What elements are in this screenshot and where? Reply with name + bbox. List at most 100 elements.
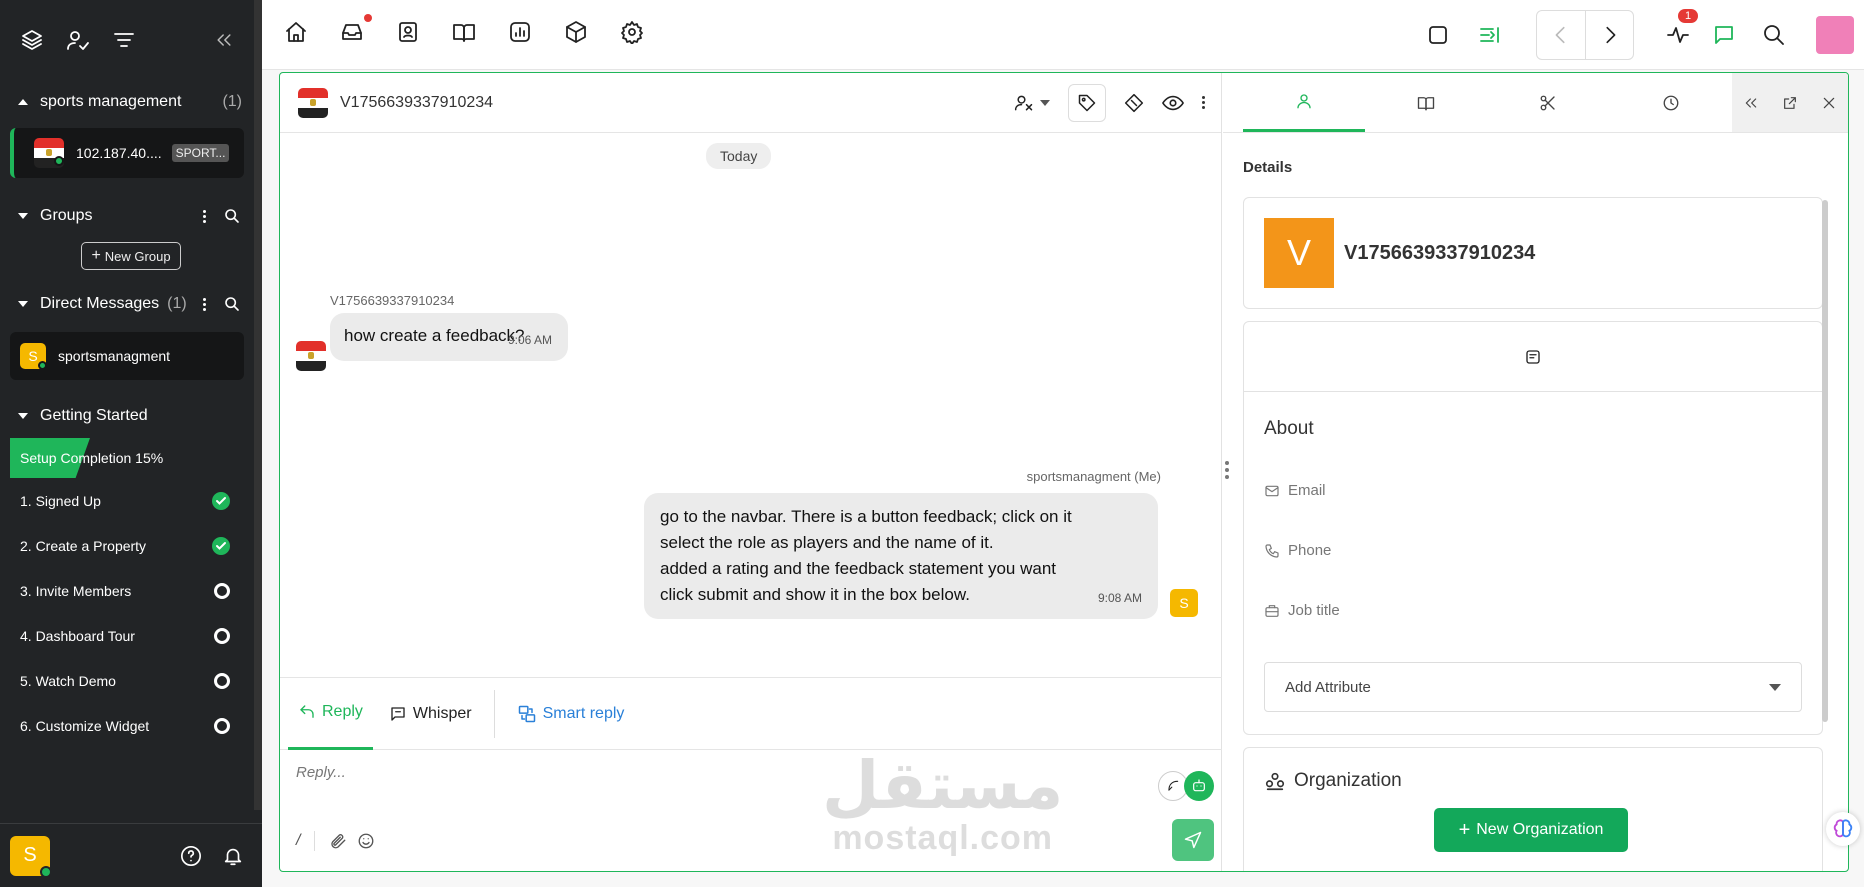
attachment-icon[interactable] [329,832,347,850]
message-time: 9:06 AM [507,333,552,347]
activity-icon[interactable]: 1 [1666,9,1699,47]
square-layout-icon[interactable] [1426,23,1450,47]
date-divider: Today [706,143,772,169]
dm-search-icon[interactable] [224,296,240,312]
tab-reply[interactable]: Reply [288,678,373,750]
divider [493,689,495,738]
setup-step[interactable]: 2. Create a Property [0,523,262,568]
user-avatar[interactable]: S [10,835,52,878]
chat-icon[interactable] [1712,23,1736,47]
search-icon[interactable] [1762,23,1786,47]
room-ip: 102.187.40.... [76,145,162,161]
ticket-icon[interactable] [1124,93,1144,113]
avatar: S [1170,589,1198,617]
sidebar-scrollbar[interactable] [254,0,262,810]
setup-step[interactable]: 6. Customize Widget [0,703,262,748]
contact-name: V1756639337910234 [1344,242,1536,264]
phone-field[interactable]: Phone [1264,542,1331,559]
external-link-icon[interactable] [1782,95,1798,111]
user-icon [1297,94,1311,109]
tab-contact[interactable] [1243,73,1366,132]
new-group-button[interactable]: + New Group [81,242,181,270]
tab-knowledge[interactable] [1365,73,1487,132]
knowledge-book-icon[interactable] [452,20,476,44]
section-groups[interactable]: Groups [0,194,262,238]
getting-started-title: Getting Started [40,407,148,424]
setup-step[interactable]: 5. Watch Demo [0,658,262,703]
groups-more-icon[interactable] [203,209,206,223]
help-icon[interactable] [180,845,202,867]
online-status-dot [54,156,64,166]
tab-history[interactable] [1610,73,1732,132]
inbox-icon[interactable] [340,14,372,44]
room-item[interactable]: 102.187.40.... SPORT... [10,128,244,178]
whisper-icon [391,706,405,721]
close-icon[interactable] [1821,95,1837,111]
send-button[interactable] [1172,819,1214,861]
collapse-sidebar-icon[interactable] [214,30,234,50]
message-line: added a rating and the feedback statemen… [660,559,1056,578]
email-field[interactable]: Email [1264,482,1326,499]
dm-more-icon[interactable] [203,297,206,311]
step-label: 2. Create a Property [20,537,147,554]
panel-controls [1731,73,1848,132]
user-check-icon[interactable] [66,28,90,52]
tag-icon[interactable] [1068,83,1106,122]
chat-area: V1756639337910234 Today V175663933791023… [280,73,1222,871]
message-sender: V1756639337910234 [330,293,455,308]
assign-user-dropdown[interactable] [1014,93,1050,113]
bell-icon[interactable] [222,845,244,867]
collapse-panel-icon[interactable] [1478,23,1502,47]
details-label: Details [1243,159,1293,176]
previous-icon[interactable] [1537,11,1585,59]
layers-icon[interactable] [20,28,44,52]
message-text: how create a feedback? [344,326,525,345]
ai-brain-icon[interactable] [1826,812,1860,846]
dm-title: Direct Messages [40,295,160,312]
section-sports-management[interactable]: sports management (1) [0,80,262,124]
tab-snippets[interactable] [1487,73,1609,132]
empty-circle-icon [214,717,230,734]
chat-header: V1756639337910234 [280,73,1221,133]
phone-icon [1265,543,1279,558]
notes-tab[interactable] [1244,322,1822,392]
plus-icon: + [91,247,101,264]
settings-icon[interactable] [620,20,644,44]
sidebar-footer: S [0,823,262,887]
package-icon[interactable] [564,20,588,44]
home-icon[interactable] [284,20,308,44]
collapse-icon[interactable] [1743,95,1759,111]
reply-input[interactable]: Reply... [296,764,346,781]
book-open-icon [1418,96,1435,110]
slash-command-button[interactable]: / [296,832,300,850]
contacts-icon[interactable] [396,20,420,44]
briefcase-icon [1265,604,1279,617]
caret-down-icon [18,413,28,419]
setup-step[interactable]: 3. Invite Members [0,568,262,613]
section-title: sports management [40,93,182,110]
groups-search-icon[interactable] [224,208,240,224]
more-options-icon[interactable] [1202,96,1205,109]
next-icon[interactable] [1585,11,1633,59]
tab-whisper[interactable]: Whisper [379,678,482,750]
setup-step[interactable]: 4. Dashboard Tour [0,613,262,658]
contact-card: V V1756639337910234 [1243,197,1823,309]
job-title-field[interactable]: Job title [1264,602,1340,619]
emoji-icon[interactable] [357,832,375,850]
sidebar-toolbar [0,0,262,80]
profile-avatar[interactable] [1816,16,1854,54]
dm-item[interactable]: S sportsmanagment [10,332,244,380]
reports-icon[interactable] [508,20,532,44]
setup-step[interactable]: 1. Signed Up [0,478,262,523]
new-organization-button[interactable]: + New Organization [1434,808,1628,852]
details-scrollbar[interactable] [1822,200,1828,722]
message-line: go to the navbar. There is a button feed… [660,507,1072,526]
eye-icon[interactable] [1162,92,1184,114]
section-direct-messages[interactable]: Direct Messages (1) [0,282,262,326]
filter-list-icon[interactable] [112,28,136,52]
add-attribute-select[interactable]: Add Attribute [1264,662,1802,712]
tab-smart-reply[interactable]: Smart reply [507,678,635,750]
section-getting-started[interactable]: Getting Started [0,394,262,438]
step-label: 1. Signed Up [20,492,101,509]
ai-assistant-toggle[interactable] [1158,771,1214,801]
